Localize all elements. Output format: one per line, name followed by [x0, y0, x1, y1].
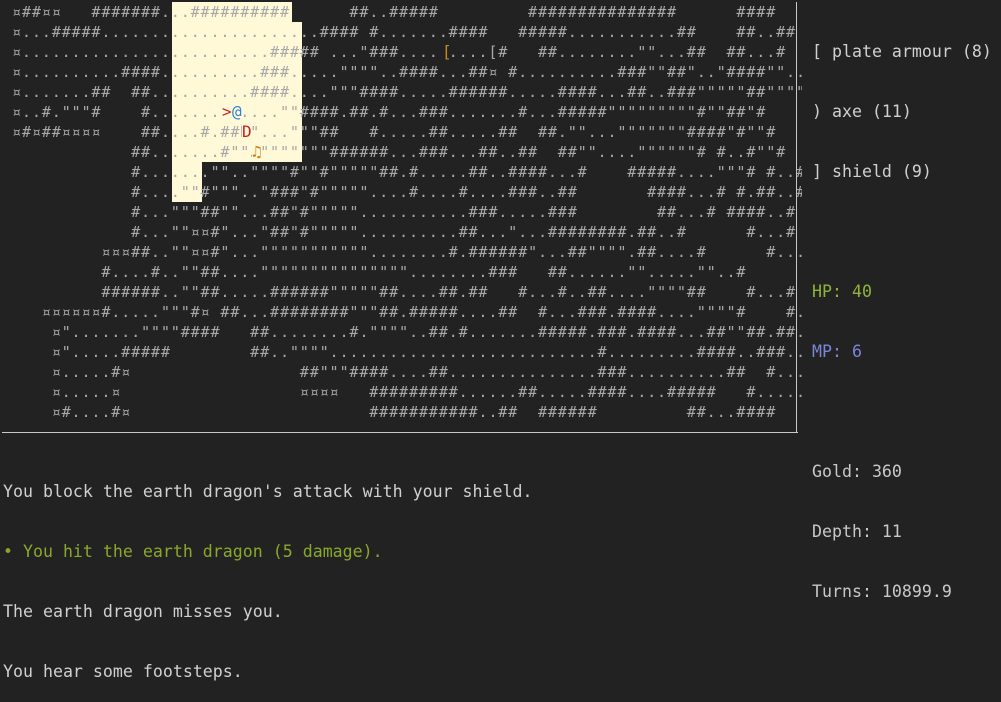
map-row: ¤.....#¤ ##"""####....##...............#… — [12, 363, 802, 381]
map-row: #....""#""".."###"#"""""....#....#....##… — [12, 183, 802, 201]
map-row: ¤.........................##### ..."###.… — [12, 43, 787, 61]
map-frame-right — [796, 2, 799, 432]
earth-dragon-monster[interactable]: D — [242, 122, 252, 142]
map-row: ¤¤¤¤¤¤#....."""#¤ ##...########"""##.###… — [12, 303, 802, 321]
hp-stat: HP: 40 — [812, 282, 872, 301]
map-row: ¤..#."""# #.............""####.##.#...##… — [12, 103, 767, 121]
map-row: ¤.....¤ ¤¤¤¤ #########......##.....####.… — [12, 383, 802, 401]
inventory-item-plate-armour[interactable]: [ plate armour (8) — [812, 42, 997, 62]
map-row: ¤¤¤##..""¤¤#"..."""""""""""........#.###… — [12, 243, 802, 261]
map-row: ¤".......""""#### ##........#.""""..##.#… — [12, 323, 802, 341]
log-message: You block the earth dragon's attack with… — [3, 482, 533, 501]
log-message: You hear some footsteps. — [3, 662, 243, 681]
map-row: ##.......#""♫"""""""######...###...##..#… — [12, 143, 787, 161]
log-message-highlight: • You hit the earth dragon (5 damage). — [3, 542, 383, 561]
map-row: #.......""..""""#""#"""""##.#.....##..##… — [12, 163, 802, 181]
map-frame-bottom — [2, 432, 798, 433]
map-row: ¤#....#¤ ###########..## ###### ##...###… — [12, 403, 777, 421]
map-row: #..."""##""...##"#"""""...........###...… — [12, 203, 796, 221]
player-icon: @ — [232, 102, 242, 122]
map-row: ¤##¤¤ #######...########## ##..##### ###… — [12, 3, 777, 21]
message-log: You block the earth dragon's attack with… — [3, 442, 993, 702]
map-row: ¤...#####......................#### #...… — [12, 23, 796, 41]
map-row: ¤".....##### ##..""""...................… — [12, 343, 802, 361]
inventory-item-shield[interactable]: ] shield (9) — [812, 162, 997, 182]
map-row: #....#..""##...."""""""""""""""........#… — [12, 263, 802, 281]
map-row: ¤#¤##¤¤¤¤ ##....#.##D"..."""## #.....##.… — [12, 123, 777, 141]
map-row: ######..""##.....######"""""##....##.## … — [12, 283, 796, 301]
music-note-icon: ♫ — [252, 142, 262, 162]
stairs-down-icon[interactable]: > — [222, 102, 232, 122]
map-row: ¤.......## ##..........####...."""####..… — [12, 83, 802, 101]
armour-item-icon[interactable]: [ — [442, 42, 452, 62]
inventory-item-axe[interactable]: ) axe (11) — [812, 102, 997, 122]
map-row: #...""¤¤#"..."##"#"""""..........##...".… — [12, 223, 796, 241]
log-message: The earth dragon misses you. — [3, 602, 283, 621]
mp-stat: MP: 6 — [812, 342, 862, 361]
map-row: ¤..........####..........###.....""""..#… — [12, 63, 802, 81]
dungeon-map[interactable]: ¤##¤¤ #######...########## ##..##### ###… — [2, 2, 802, 432]
